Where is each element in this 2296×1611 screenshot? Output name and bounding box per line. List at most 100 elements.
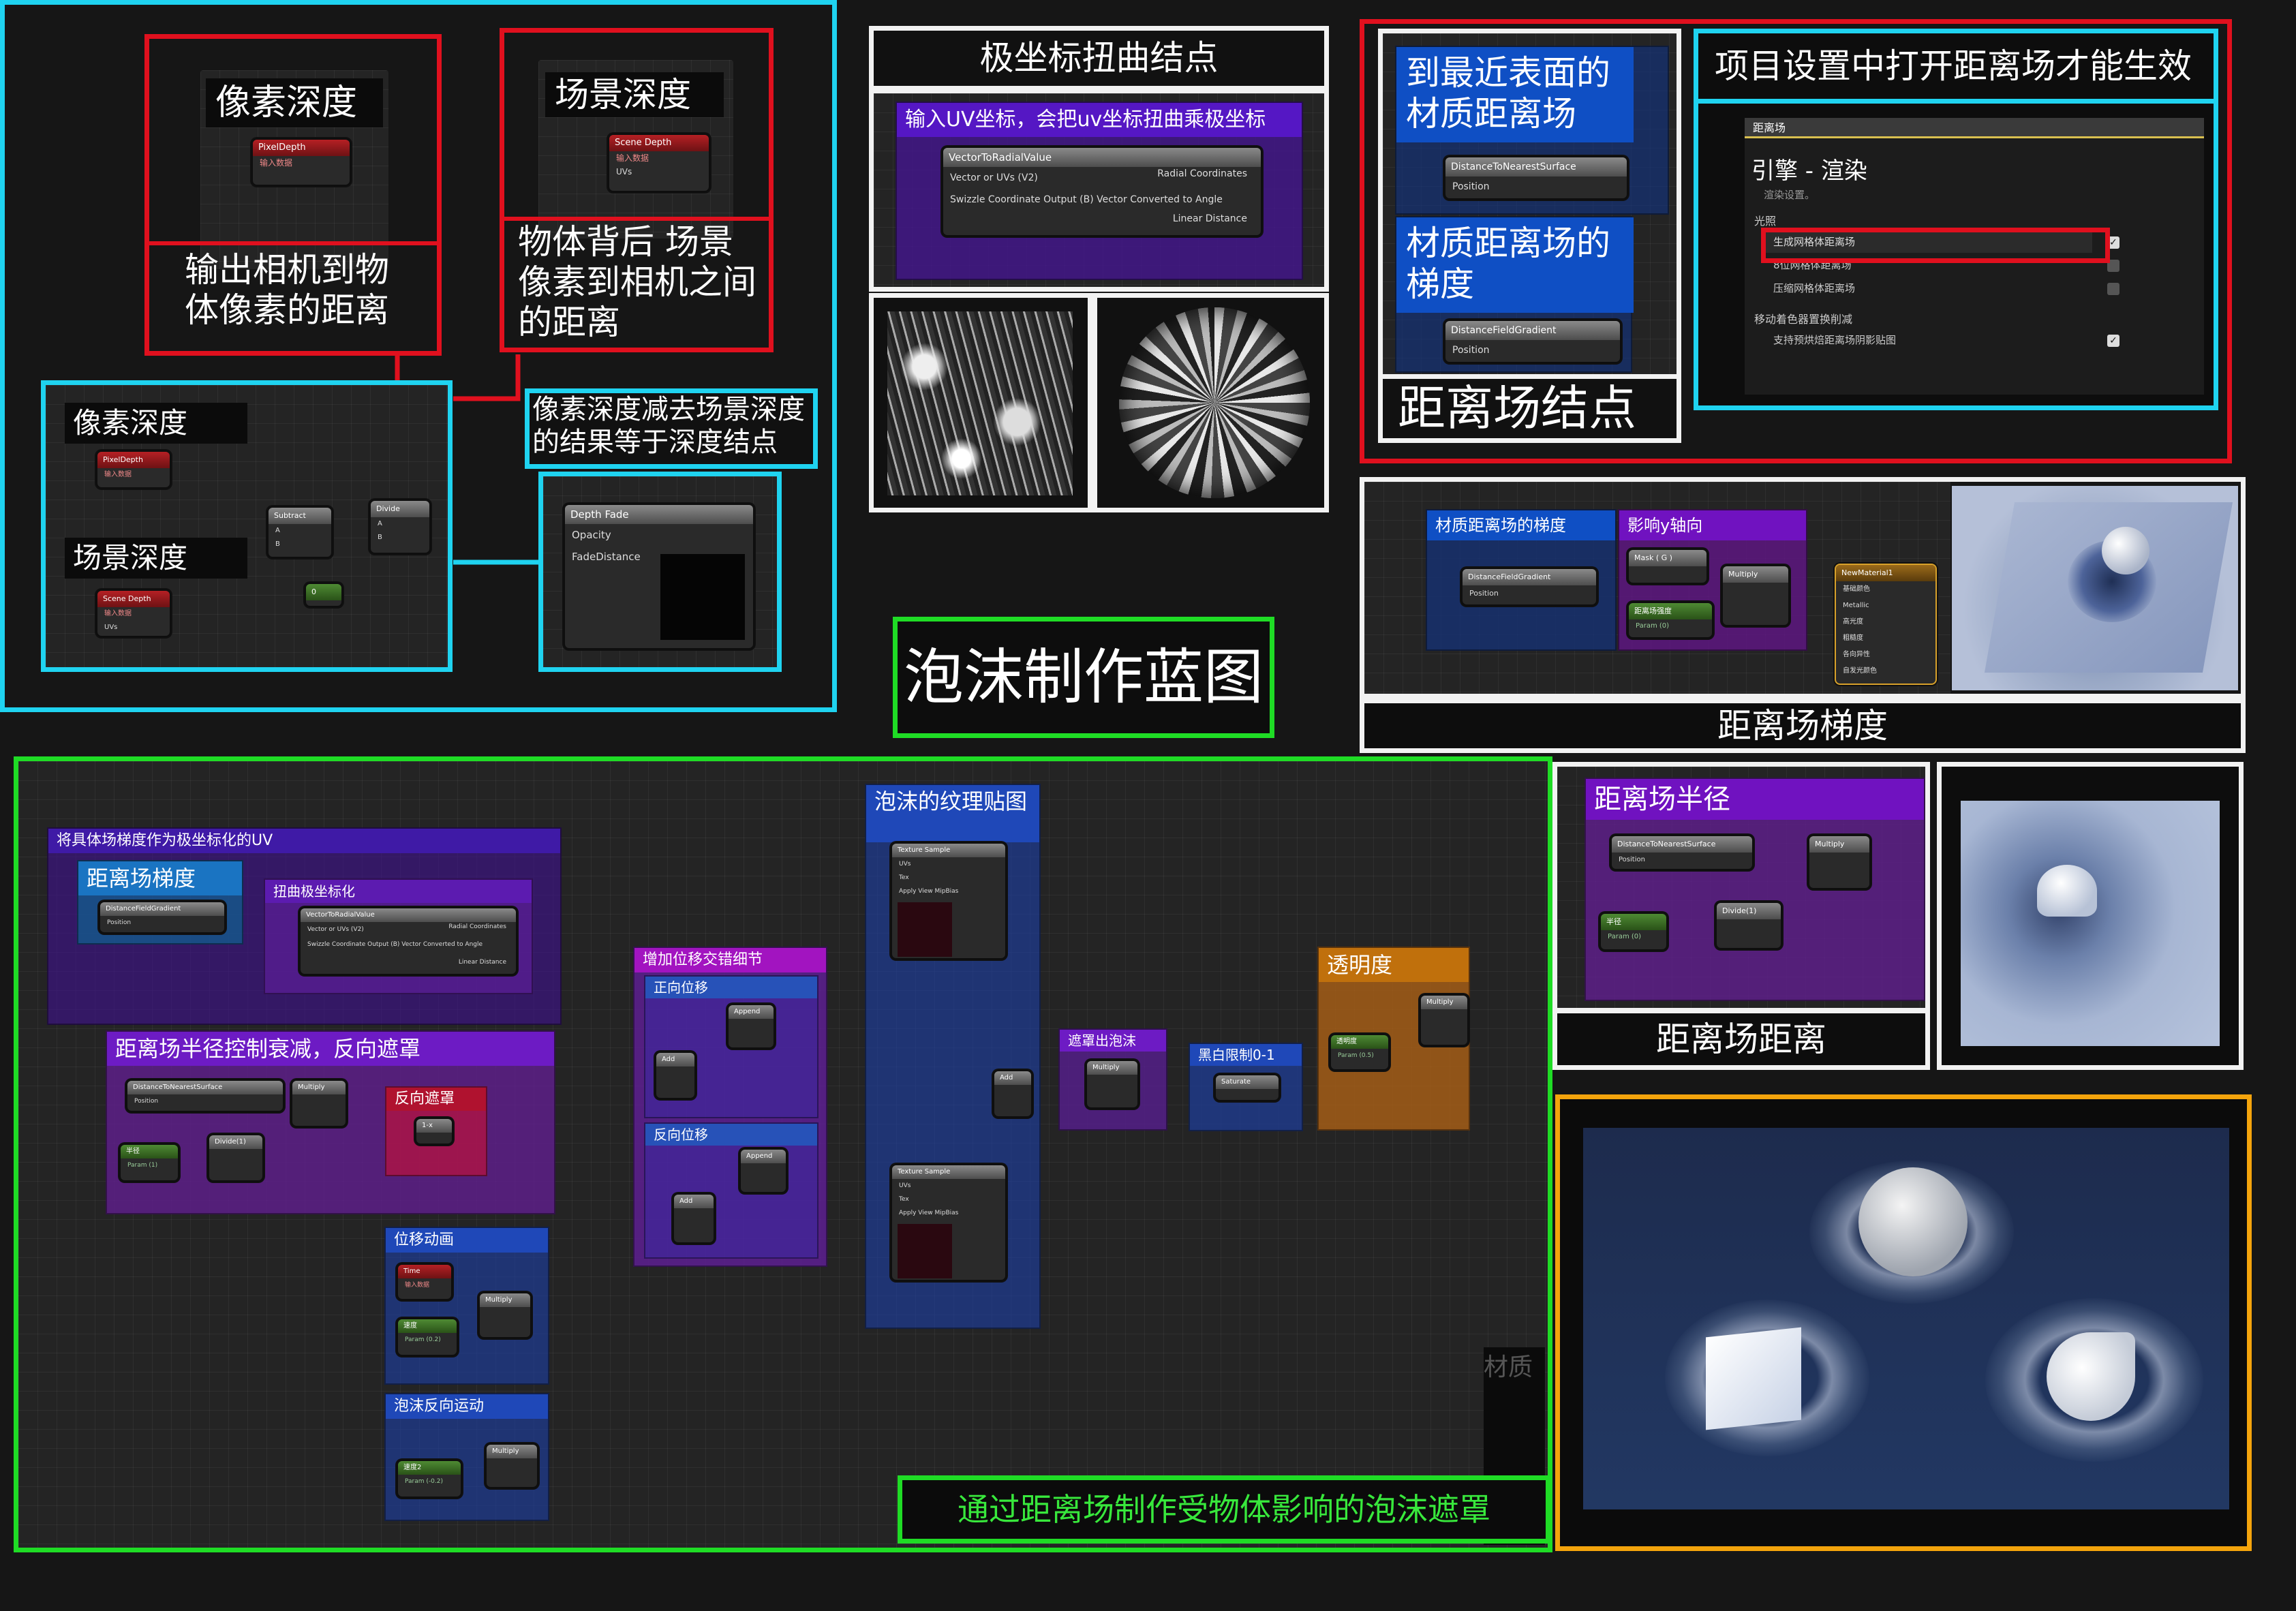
result-scene-image bbox=[1583, 1128, 2229, 1509]
nearest-position-pin[interactable]: Position bbox=[1445, 177, 1627, 197]
pixeldepth-node[interactable]: PixelDepth 输入数据 bbox=[251, 138, 351, 186]
divide-node[interactable]: Divide A B bbox=[369, 500, 431, 554]
bg-radial-in2[interactable]: Swizzle Coordinate Output (B) Vector Con… bbox=[301, 937, 516, 952]
checkbox-compress[interactable] bbox=[2107, 283, 2119, 295]
gp-out-3[interactable]: 粗糙度 bbox=[1836, 630, 1935, 647]
graph-scenedepth-uvs[interactable]: UVs bbox=[97, 621, 170, 634]
bg-forward-comment: 正向位移 Append Add bbox=[644, 975, 818, 1118]
scenedepth-node[interactable]: Scene Depth 输入数据 UVs bbox=[608, 134, 710, 192]
depth-fade-opacity-pin[interactable]: Opacity bbox=[565, 524, 753, 546]
settings-row-compress[interactable]: 压缩网格体距离场 bbox=[1765, 277, 2092, 299]
gradient-node-title: DistanceFieldGradient bbox=[1445, 321, 1620, 340]
bg-nearest-position[interactable]: Position bbox=[127, 1094, 283, 1108]
bg-radial-node[interactable]: VectorToRadialValue Vector or UVs (V2) S… bbox=[299, 907, 517, 975]
gp-material-node[interactable]: NewMaterial1 基础颜色 Metallic 高光度 粗糙度 各向异性 … bbox=[1835, 564, 1937, 685]
gp-position-pin[interactable]: Position bbox=[1463, 585, 1596, 602]
bg-saturate-node[interactable]: Saturate bbox=[1214, 1074, 1280, 1101]
bg-tex-add[interactable]: Add bbox=[993, 1070, 1032, 1118]
subtract-pin-a[interactable]: A bbox=[269, 524, 331, 538]
subtract-pin-b[interactable]: B bbox=[269, 538, 331, 551]
settings-lighting-group[interactable]: 光照 bbox=[1754, 212, 1776, 228]
settings-engine-heading[interactable]: 引擎 - 渲染 bbox=[1751, 152, 1867, 185]
gp-param-node[interactable]: 距离场强度 Param (0) bbox=[1627, 602, 1713, 639]
rp-divide-node[interactable]: Divide(1) bbox=[1715, 902, 1782, 949]
bg-tex1-tex[interactable]: Tex bbox=[892, 871, 1005, 885]
graph-pixeldepth-sub: 输入数据 bbox=[104, 471, 132, 478]
bg-radial-out2[interactable]: Linear Distance bbox=[459, 959, 506, 966]
depth-fade-node[interactable]: Depth Fade Opacity FadeDistance bbox=[564, 504, 754, 649]
settings-row-mobile-shadow[interactable]: 支持预烘焙距离场阴影贴图 bbox=[1765, 329, 2092, 351]
bg-tex2-mip[interactable]: Apply View MipBias bbox=[892, 1206, 1005, 1220]
settings-search[interactable]: 距离场 bbox=[1745, 118, 2204, 138]
graph-scene-depth-label: 场景深度 bbox=[65, 538, 247, 579]
rp-nearest-node[interactable]: DistanceToNearestSurface Position bbox=[1610, 835, 1754, 870]
gp-out-2[interactable]: 高光度 bbox=[1836, 614, 1935, 630]
bg-invert-comment: 反向遮罩 1-x bbox=[385, 1086, 487, 1176]
polar-out2[interactable]: Linear Distance bbox=[1173, 213, 1247, 224]
bg-half-param[interactable]: 半径 Param (1) bbox=[119, 1144, 179, 1182]
bg-opacity-multiply[interactable]: Multiply bbox=[1420, 994, 1469, 1046]
bg-tex-node-1[interactable]: Texture Sample UVs Tex Apply View MipBia… bbox=[891, 842, 1007, 960]
settings-mobile-group[interactable]: 移动着色器置换削减 bbox=[1754, 310, 1852, 326]
bg-append-1[interactable]: Append bbox=[727, 1004, 775, 1049]
rp-half-sub: Param (0) bbox=[1608, 933, 1642, 940]
nearest-surface-node[interactable]: DistanceToNearestSurface Position bbox=[1444, 156, 1628, 200]
bg-radius-comment: 距离场半径控制衰减，反向遮罩 DistanceToNearestSurface … bbox=[106, 1030, 555, 1214]
gp-out-0[interactable]: 基础颜色 bbox=[1836, 581, 1935, 598]
bg-nearest-node[interactable]: DistanceToNearestSurface Position bbox=[126, 1079, 284, 1112]
divide-pin-a[interactable]: A bbox=[371, 517, 429, 531]
bg-add-1[interactable]: Add bbox=[655, 1052, 696, 1099]
bg-tex1-preview bbox=[898, 902, 952, 957]
bg-tex2-uvs[interactable]: UVs bbox=[892, 1179, 1005, 1193]
bg-append-2[interactable]: Append bbox=[739, 1148, 787, 1193]
polar-radial-node[interactable]: VectorToRadialValue Vector or UVs (V2) S… bbox=[942, 147, 1262, 236]
gp-mask-node[interactable]: Mask ( G ) bbox=[1627, 549, 1708, 584]
bg-speed-sub: Param (0.2) bbox=[405, 1336, 441, 1343]
bg-tex1-mip[interactable]: Apply View MipBias bbox=[892, 885, 1005, 898]
polar-comment-title: 输入UV坐标，会把uv坐标扭曲乘极坐标 bbox=[897, 103, 1302, 137]
graph-pixeldepth-node[interactable]: PixelDepth 输入数据 bbox=[96, 450, 171, 489]
bg-opacity-param[interactable]: 透明度 Param (0.5) bbox=[1330, 1034, 1390, 1071]
bg-radial-out1[interactable]: Radial Coordinates bbox=[448, 923, 506, 930]
bg-mask-multiply[interactable]: Multiply bbox=[1086, 1060, 1139, 1109]
bg-tex-node-2[interactable]: Texture Sample UVs Tex Apply View MipBia… bbox=[891, 1164, 1007, 1281]
bg-reverse-multiply[interactable]: Multiply bbox=[485, 1443, 538, 1488]
gp-out-5[interactable]: 自发光颜色 bbox=[1836, 663, 1935, 679]
polar-out1[interactable]: Radial Coordinates bbox=[1157, 168, 1247, 179]
bg-divide-node[interactable]: Divide(1) bbox=[208, 1134, 264, 1182]
settings-sub: 渲染设置。 bbox=[1764, 189, 1816, 201]
bg-tex2-tex[interactable]: Tex bbox=[892, 1193, 1005, 1206]
gp-gradient-node[interactable]: DistanceFieldGradient Position bbox=[1461, 568, 1597, 606]
gp-gradient-title: DistanceFieldGradient bbox=[1463, 569, 1596, 585]
bg-anim-multiply[interactable]: Multiply bbox=[478, 1292, 532, 1338]
bg-time-node[interactable]: Time 输入数据 bbox=[397, 1263, 453, 1300]
noise-before-panel bbox=[869, 293, 1092, 512]
bg-add-2[interactable]: Add bbox=[673, 1193, 715, 1244]
gradient-position-pin[interactable]: Position bbox=[1445, 340, 1620, 360]
bg-grad-position[interactable]: Position bbox=[100, 916, 224, 930]
bg-radius-multiply[interactable]: Multiply bbox=[291, 1079, 347, 1127]
bg-speed2-node[interactable]: 速度2 Param (-0.2) bbox=[397, 1460, 462, 1498]
graph-scenedepth-node[interactable]: Scene Depth 输入数据 UVs bbox=[96, 589, 171, 637]
rp-multiply-node[interactable]: Multiply bbox=[1808, 835, 1871, 889]
scenedepth-uvs-pin[interactable]: UVs bbox=[609, 165, 709, 179]
subtract-node[interactable]: Subtract A B bbox=[267, 506, 333, 558]
bg-tex1-uvs[interactable]: UVs bbox=[892, 857, 1005, 871]
bg-grad-node[interactable]: DistanceFieldGradient Position bbox=[99, 901, 226, 934]
divide-pin-b[interactable]: B bbox=[371, 531, 429, 544]
radius-comment: 距离场半径 DistanceToNearestSurface Position … bbox=[1585, 778, 1925, 1001]
constant-node[interactable]: 0 bbox=[305, 583, 343, 607]
graph-pixeldepth-title: PixelDepth bbox=[97, 452, 170, 468]
bg-speed-node[interactable]: 速度 Param (0.2) bbox=[397, 1318, 458, 1356]
gp-out-4[interactable]: 各向异性 bbox=[1836, 647, 1935, 663]
rp-position-pin[interactable]: Position bbox=[1612, 853, 1752, 868]
bg-radius-title: 距离场半径控制衰减，反向遮罩 bbox=[107, 1032, 554, 1066]
bg-oneminus-node[interactable]: 1-x bbox=[415, 1118, 453, 1145]
gp-out-1[interactable]: Metallic bbox=[1836, 598, 1935, 614]
gp-multiply-node[interactable]: Multiply bbox=[1721, 565, 1790, 626]
checkbox-mobile-shadow[interactable]: ✓ bbox=[2107, 335, 2119, 347]
gradient-node[interactable]: DistanceFieldGradient Position bbox=[1444, 320, 1621, 363]
rp-half-node[interactable]: 半径 Param (0) bbox=[1599, 912, 1668, 951]
polar-in2[interactable]: Swizzle Coordinate Output (B) Vector Con… bbox=[943, 189, 1261, 211]
gradient-label: 材质距离场的梯度 bbox=[1396, 217, 1634, 313]
